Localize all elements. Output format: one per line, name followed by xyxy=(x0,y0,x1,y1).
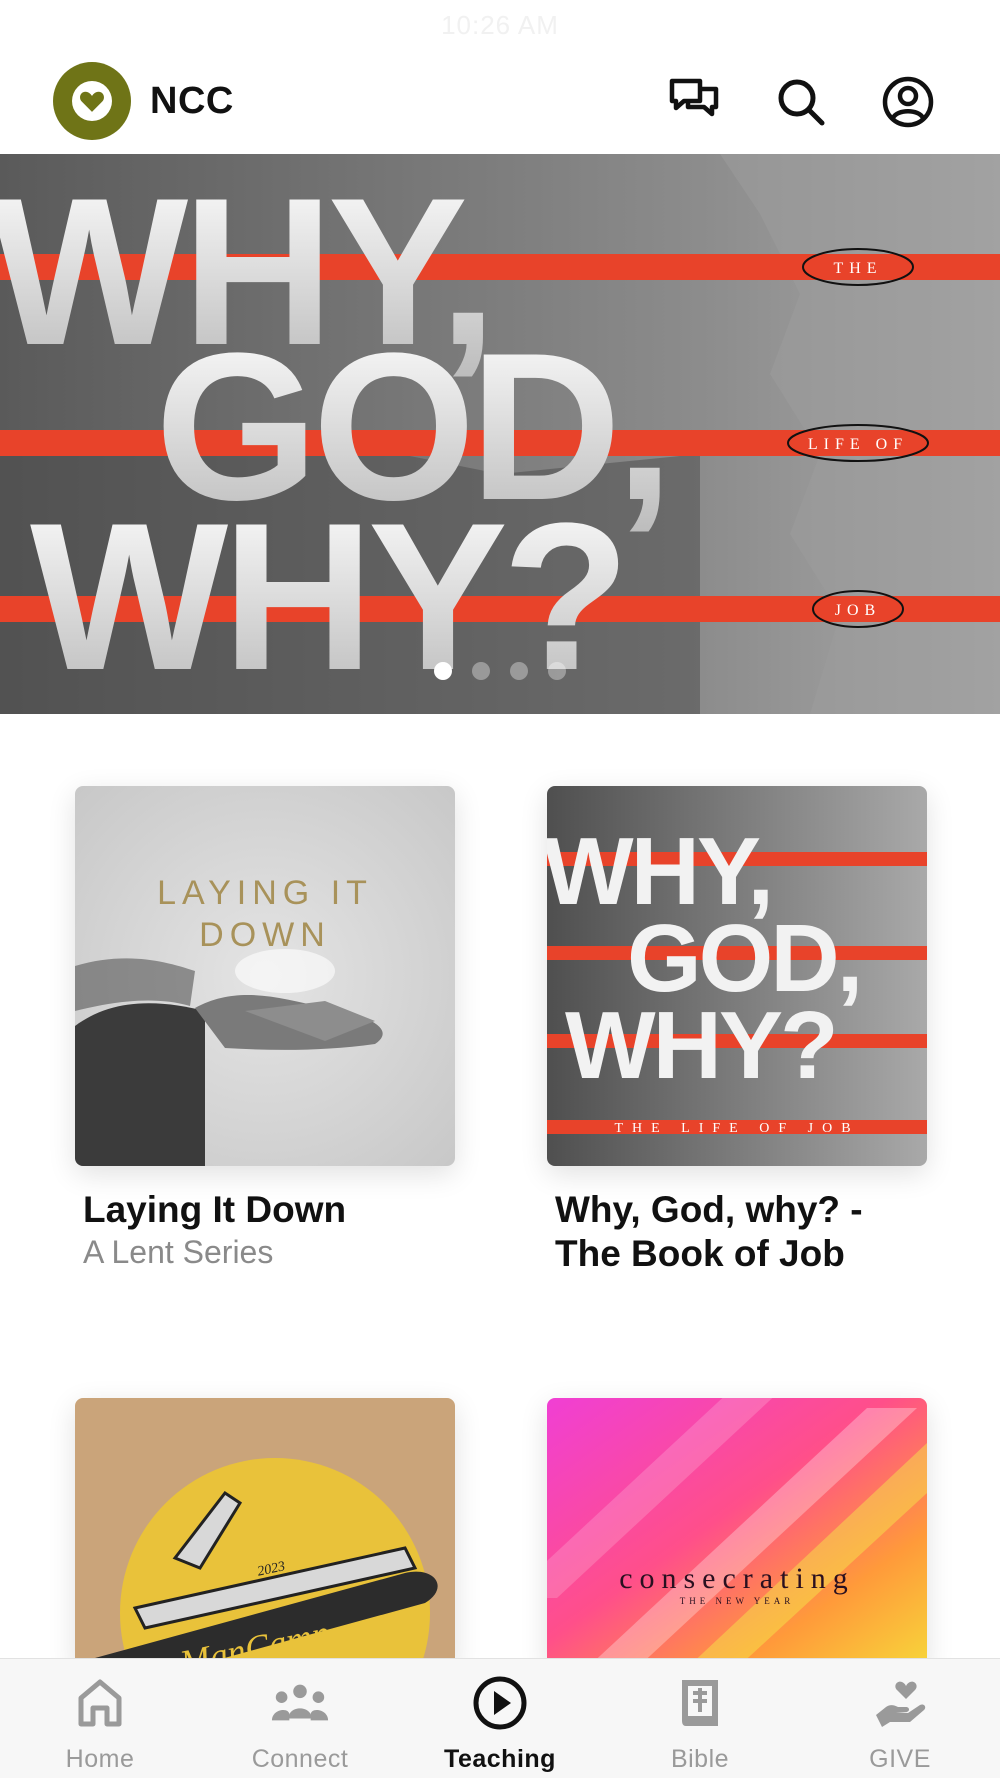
carousel-dot[interactable] xyxy=(434,662,452,680)
bottom-tab-bar: Home Connect Teaching Bible GIVE xyxy=(0,1658,1000,1778)
art-text-line-3: WHY? xyxy=(565,992,836,1099)
tab-label: Teaching xyxy=(444,1745,556,1773)
people-icon xyxy=(270,1673,330,1733)
series-title: Laying It Down xyxy=(83,1189,347,1230)
hero-label-the: THE xyxy=(833,260,882,277)
chat-icon[interactable] xyxy=(666,74,722,130)
art-text-line-1: LAYING IT xyxy=(157,874,373,912)
series-subtitle: A Lent Series xyxy=(83,1234,274,1270)
carousel-dot[interactable] xyxy=(510,662,528,680)
hero-label-life-of: LIFE OF xyxy=(808,436,908,453)
app-header: NCC xyxy=(0,50,1000,154)
series-card-consecrating[interactable]: consecrating THE NEW YEAR xyxy=(547,1398,927,1668)
tab-label: GIVE xyxy=(869,1745,931,1773)
carousel-dots[interactable] xyxy=(0,662,1000,680)
status-time: 10:26 AM xyxy=(441,10,559,40)
tab-label: Bible xyxy=(670,1745,730,1773)
tab-connect[interactable]: Connect xyxy=(200,1659,400,1778)
carousel-dot[interactable] xyxy=(472,662,490,680)
series-card-laying-it-down[interactable]: LAYING IT DOWN Laying It Down A Lent Ser… xyxy=(75,786,455,1272)
series-title: Why, God, why? - The Book of Job xyxy=(555,1189,863,1274)
tab-home[interactable]: Home xyxy=(0,1659,200,1778)
hero-banner[interactable]: WHY, GOD, WHY? THE LIFE OF JOB xyxy=(0,154,1000,714)
art-text-line-2: DOWN xyxy=(199,916,331,954)
tab-bible[interactable]: Bible xyxy=(600,1659,800,1778)
series-artwork: consecrating THE NEW YEAR xyxy=(547,1398,927,1668)
status-bar: 10:26 AM xyxy=(0,0,1000,50)
series-artwork: ManCamp 2023 xyxy=(75,1398,455,1668)
art-text-line-1: consecrating xyxy=(619,1562,855,1595)
art-text-line-4: THE LIFE OF JOB xyxy=(614,1121,859,1136)
tab-label: Home xyxy=(65,1745,135,1773)
app-name: NCC xyxy=(150,80,234,122)
tab-give[interactable]: GIVE xyxy=(800,1659,1000,1778)
art-text-line-2: THE NEW YEAR xyxy=(680,1596,795,1606)
home-icon xyxy=(70,1673,130,1733)
carousel-dot[interactable] xyxy=(548,662,566,680)
search-icon[interactable] xyxy=(773,74,829,130)
give-hand-heart-icon xyxy=(870,1673,930,1733)
play-circle-icon xyxy=(470,1673,530,1733)
tab-teaching[interactable]: Teaching xyxy=(400,1659,600,1778)
hero-label-job: JOB xyxy=(835,602,881,619)
series-artwork: WHY, GOD, WHY? THE LIFE OF JOB xyxy=(547,786,927,1166)
series-card-mancamp[interactable]: ManCamp 2023 xyxy=(75,1398,455,1668)
series-card-why-god-why[interactable]: WHY, GOD, WHY? THE LIFE OF JOB Why, God,… xyxy=(547,786,927,1276)
profile-icon[interactable] xyxy=(880,74,936,130)
book-icon xyxy=(670,1673,730,1733)
heart-logo-icon[interactable] xyxy=(53,62,131,140)
series-artwork: LAYING IT DOWN xyxy=(75,786,455,1166)
tab-label: Connect xyxy=(251,1745,349,1773)
